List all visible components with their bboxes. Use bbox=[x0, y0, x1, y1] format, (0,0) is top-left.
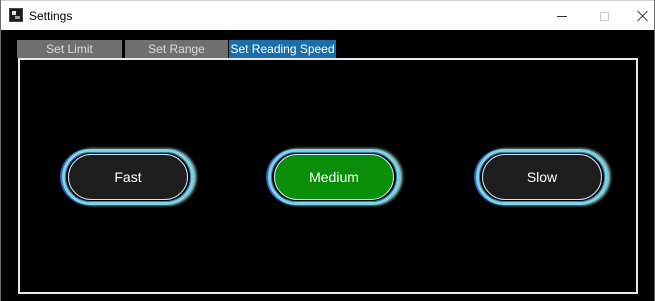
window-title: Settings bbox=[29, 9, 73, 23]
reading-speed-panel: Fast Medium Slow bbox=[18, 58, 638, 294]
tab-set-limit[interactable]: Set Limit bbox=[17, 40, 122, 58]
settings-window: Settings Set Limit Set Range Set Reading… bbox=[0, 0, 655, 301]
fast-button[interactable]: Fast bbox=[62, 149, 194, 205]
close-icon bbox=[637, 10, 649, 22]
tab-set-range[interactable]: Set Range bbox=[125, 40, 228, 58]
title-bar: Settings bbox=[1, 0, 654, 30]
medium-button-label: Medium bbox=[274, 154, 394, 200]
medium-button[interactable]: Medium bbox=[268, 149, 400, 205]
slow-button[interactable]: Slow bbox=[476, 149, 608, 205]
maximize-button[interactable] bbox=[584, 1, 624, 31]
tab-bar: Set Limit Set Range Set Reading Speed bbox=[1, 30, 654, 58]
close-button[interactable] bbox=[623, 1, 654, 31]
tab-set-reading-speed[interactable]: Set Reading Speed bbox=[229, 40, 336, 58]
maximize-icon bbox=[599, 11, 609, 21]
app-icon bbox=[9, 8, 23, 22]
minimize-icon bbox=[557, 15, 567, 17]
fast-button-label: Fast bbox=[68, 154, 188, 200]
minimize-button[interactable] bbox=[542, 1, 582, 31]
slow-button-label: Slow bbox=[482, 154, 602, 200]
